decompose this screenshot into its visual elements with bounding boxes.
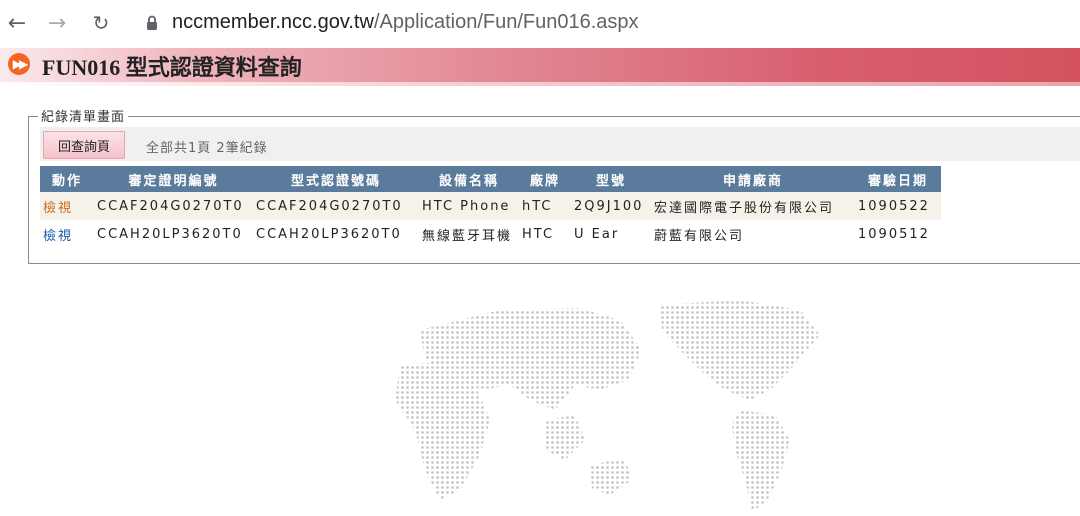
browser-toolbar: ← → ↻ nccmember.ncc.gov.tw/Application/F… bbox=[0, 0, 1080, 49]
device-cell: 無線藍牙耳機 bbox=[419, 220, 519, 248]
brand-cell: hTC bbox=[519, 192, 571, 220]
column-header: 型號 bbox=[571, 166, 651, 192]
column-header: 審驗日期 bbox=[855, 166, 941, 192]
back-arrow-icon[interactable]: ← bbox=[4, 10, 30, 36]
records-summary: 全部共1頁 2筆紀錄 bbox=[146, 141, 268, 156]
applicant-cell: 蔚藍有限公司 bbox=[651, 220, 855, 248]
model-cell: 2Q9J100 bbox=[571, 192, 651, 220]
model-cell: U Ear bbox=[571, 220, 651, 248]
page-header: ▶▶ FUN016 型式認證資料查詢 bbox=[0, 48, 1080, 86]
address-bar[interactable]: nccmember.ncc.gov.tw/Application/Fun/Fun… bbox=[172, 11, 639, 34]
page-title: FUN016 型式認證資料查詢 bbox=[42, 55, 302, 80]
date-cell: 1090512 bbox=[855, 220, 941, 248]
url-domain: nccmember.ncc.gov.tw bbox=[172, 11, 374, 33]
cert-no-cell: CCAF204G0270T0 bbox=[94, 192, 253, 220]
records-legend: 紀錄清單畫面 bbox=[38, 106, 129, 125]
world-map-image bbox=[395, 300, 820, 510]
column-header: 設備名稱 bbox=[419, 166, 519, 192]
brand-cell: HTC bbox=[519, 220, 571, 248]
url-path: /Application/Fun/Fun016.aspx bbox=[373, 11, 639, 33]
table-row: 檢視 CCAH20LP3620T0 CCAH20LP3620T0 無線藍牙耳機 … bbox=[40, 220, 941, 248]
approval-no-cell: CCAF204G0270T0 bbox=[253, 192, 419, 220]
date-cell: 1090522 bbox=[855, 192, 941, 220]
fast-forward-icon: ▶▶ bbox=[8, 53, 30, 75]
view-link[interactable]: 檢視 bbox=[43, 229, 73, 244]
view-link[interactable]: 檢視 bbox=[43, 201, 73, 216]
lock-icon[interactable] bbox=[146, 15, 158, 31]
applicant-cell: 宏達國際電子股份有限公司 bbox=[651, 192, 855, 220]
column-header: 廠牌 bbox=[519, 166, 571, 192]
results-table: 動作 審定證明編號 型式認證號碼 設備名稱 廠牌 型號 申請廠商 審驗日期 檢視… bbox=[40, 166, 941, 248]
table-row: 檢視 CCAF204G0270T0 CCAF204G0270T0 HTC Pho… bbox=[40, 192, 941, 220]
column-header: 動作 bbox=[40, 166, 94, 192]
forward-arrow-icon[interactable]: → bbox=[44, 10, 70, 36]
column-header: 審定證明編號 bbox=[94, 166, 253, 192]
back-to-query-button[interactable]: 回查詢頁 bbox=[43, 131, 125, 159]
approval-no-cell: CCAH20LP3620T0 bbox=[253, 220, 419, 248]
column-header: 型式認證號碼 bbox=[253, 166, 419, 192]
reload-icon[interactable]: ↻ bbox=[88, 10, 114, 36]
column-header: 申請廠商 bbox=[651, 166, 855, 192]
table-header-row: 動作 審定證明編號 型式認證號碼 設備名稱 廠牌 型號 申請廠商 審驗日期 bbox=[40, 166, 941, 192]
cert-no-cell: CCAH20LP3620T0 bbox=[94, 220, 253, 248]
device-cell: HTC Phone bbox=[419, 192, 519, 220]
